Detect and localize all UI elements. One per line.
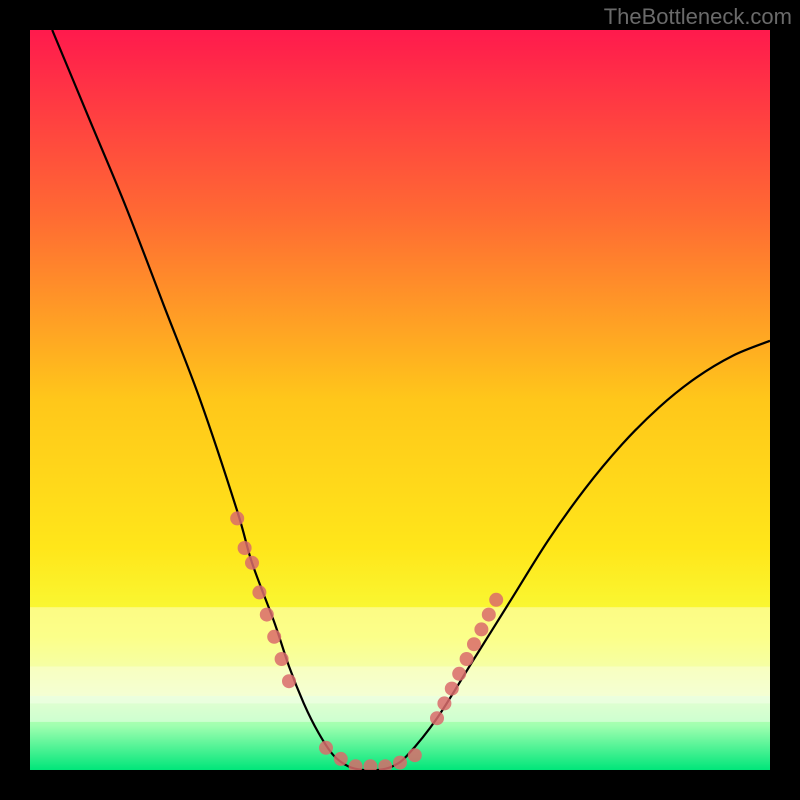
marker-dot <box>408 748 422 762</box>
marker-dot <box>334 752 348 766</box>
marker-dot <box>245 556 259 570</box>
marker-dot <box>319 741 333 755</box>
marker-dot <box>467 637 481 651</box>
marker-dot <box>252 585 266 599</box>
bottleneck-chart <box>30 30 770 770</box>
marker-dot <box>482 608 496 622</box>
marker-dot <box>474 622 488 636</box>
marker-dot <box>275 652 289 666</box>
marker-dot <box>452 667 466 681</box>
marker-dot <box>260 608 274 622</box>
watermark-text: TheBottleneck.com <box>604 4 792 30</box>
marker-dot <box>437 696 451 710</box>
marker-dot <box>430 711 444 725</box>
marker-dot <box>489 593 503 607</box>
marker-dot <box>238 541 252 555</box>
marker-dot <box>267 630 281 644</box>
marker-dot <box>445 682 459 696</box>
marker-dot <box>393 756 407 770</box>
marker-dot <box>230 511 244 525</box>
marker-dot <box>460 652 474 666</box>
chart-frame <box>30 30 770 770</box>
marker-dot <box>282 674 296 688</box>
glow-bands <box>30 607 770 722</box>
